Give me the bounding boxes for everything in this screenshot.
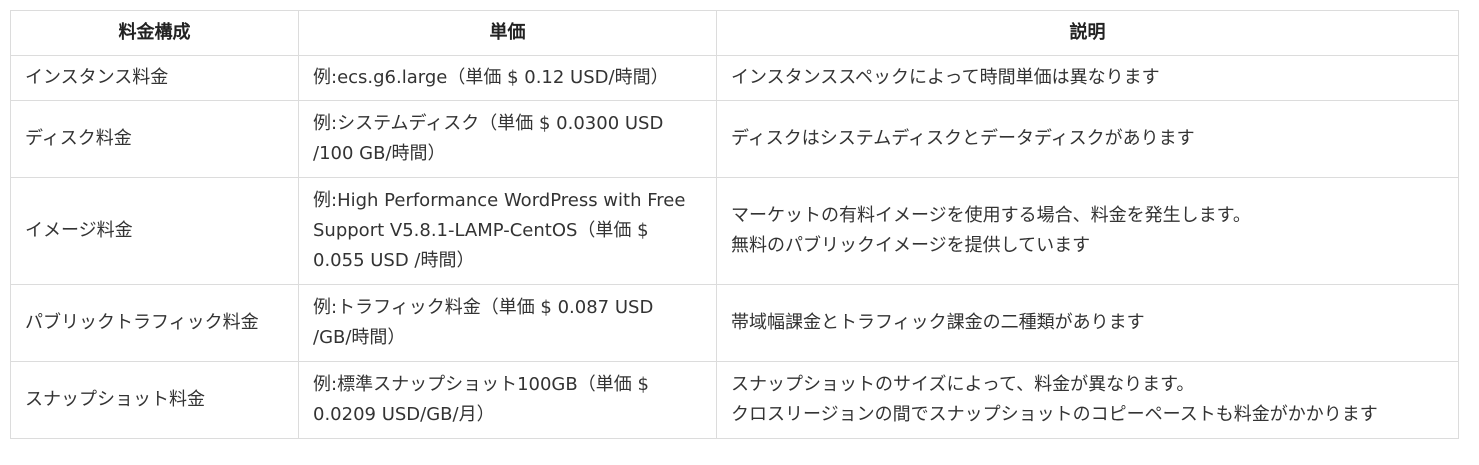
component-cell: イメージ料金	[10, 177, 299, 285]
component-cell: インスタンス料金	[10, 55, 299, 101]
price-cell: 例:トラフィック料金（単価 $ 0.087 USD /GB/時間）	[298, 284, 717, 362]
price-cell: 例:ecs.g6.large（単価 $ 0.12 USD/時間）	[298, 55, 717, 101]
table-header-row: 料金構成 単価 説明	[10, 10, 1459, 56]
description-cell: 帯域幅課金とトラフィック課金の二種類があります	[716, 284, 1459, 362]
pricing-table: 料金構成 単価 説明 インスタンス料金 例:ecs.g6.large（単価 $ …	[10, 10, 1459, 439]
component-cell: スナップショット料金	[10, 361, 299, 439]
table-row: スナップショット料金 例:標準スナップショット100GB（単価 $ 0.0209…	[10, 361, 1459, 439]
component-cell: ディスク料金	[10, 100, 299, 178]
table-row: ディスク料金 例:システムディスク（単価 $ 0.0300 USD /100 G…	[10, 100, 1459, 178]
description-line: クロスリージョンの間でスナップショットのコピーペーストも料金がかかります	[731, 404, 1378, 425]
description-cell: ディスクはシステムディスクとデータディスクがあります	[716, 100, 1459, 178]
description-cell: スナップショットのサイズによって、料金が異なります。 クロスリージョンの間でスナ…	[716, 361, 1459, 439]
header-cell-price: 単価	[298, 10, 717, 56]
price-cell: 例:標準スナップショット100GB（単価 $ 0.0209 USD/GB/月）	[298, 361, 717, 439]
table-row: イメージ料金 例:High Performance WordPress with…	[10, 177, 1459, 285]
price-cell: 例:システムディスク（単価 $ 0.0300 USD /100 GB/時間）	[298, 100, 717, 178]
description-cell: マーケットの有料イメージを使用する場合、料金を発生します。 無料のパブリックイメ…	[716, 177, 1459, 285]
component-cell: パブリックトラフィック料金	[10, 284, 299, 362]
description-line: スナップショットのサイズによって、料金が異なります。	[731, 374, 1195, 395]
table-row: パブリックトラフィック料金 例:トラフィック料金（単価 $ 0.087 USD …	[10, 284, 1459, 362]
price-cell: 例:High Performance WordPress with Free S…	[298, 177, 717, 285]
header-cell-description: 説明	[716, 10, 1459, 56]
description-line: マーケットの有料イメージを使用する場合、料金を発生します。	[731, 205, 1251, 226]
table-row: インスタンス料金 例:ecs.g6.large（単価 $ 0.12 USD/時間…	[10, 55, 1459, 101]
header-cell-component: 料金構成	[10, 10, 299, 56]
description-cell: インスタンススペックによって時間単価は異なります	[716, 55, 1459, 101]
pricing-table-container: 料金構成 単価 説明 インスタンス料金 例:ecs.g6.large（単価 $ …	[10, 10, 1459, 439]
description-line: 無料のパブリックイメージを提供しています	[731, 235, 1091, 256]
